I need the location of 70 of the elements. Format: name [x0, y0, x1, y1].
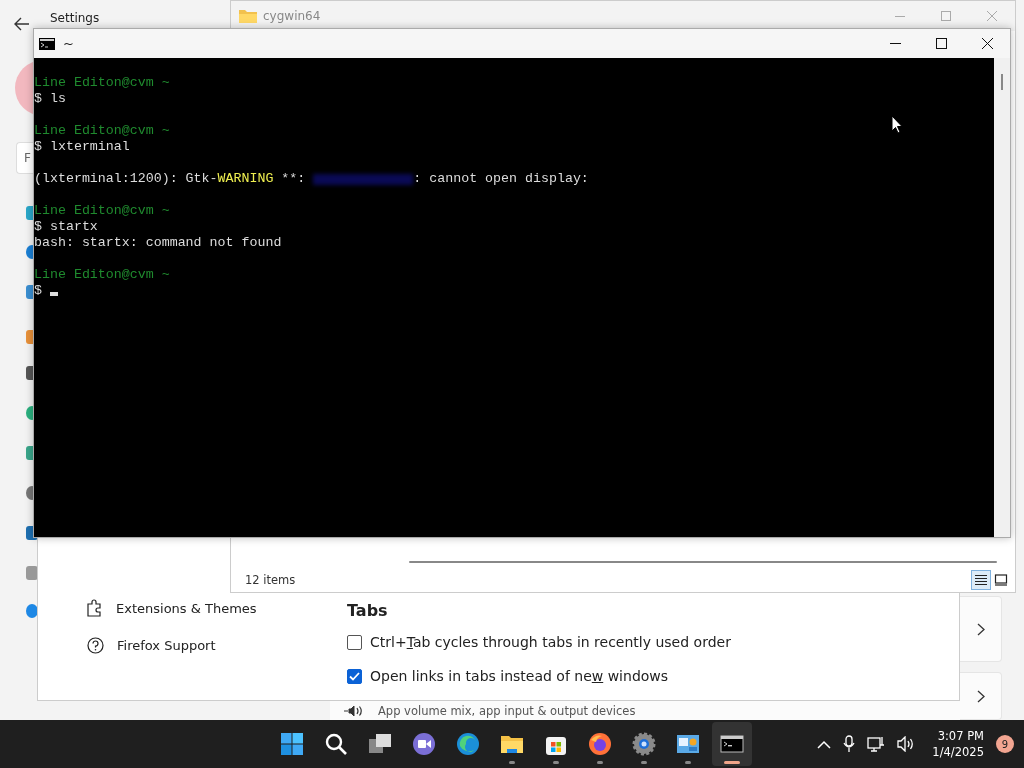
notification-badge[interactable]: 9 [996, 735, 1014, 753]
terminal-icon [720, 732, 744, 756]
control-panel-icon [676, 732, 700, 756]
card-description: App volume mix, app input & output devices [378, 703, 636, 718]
terminal-prompt: Line Editon@cvm ~ [34, 267, 170, 283]
search-field[interactable]: F [16, 142, 33, 174]
folder-icon [239, 9, 257, 23]
minimize-icon [889, 43, 901, 44]
checkbox[interactable] [347, 668, 362, 684]
browser-swirl-icon [456, 732, 480, 756]
scrollbar-thumb[interactable] [1001, 74, 1003, 90]
chevron-up-icon[interactable] [817, 739, 832, 749]
chevron-right-icon [976, 622, 985, 636]
maximize-icon [941, 11, 951, 21]
details-view-button[interactable] [971, 570, 991, 590]
terminal-prompt: Line Editon@cvm ~ [34, 75, 170, 91]
running-indicator [597, 761, 603, 764]
speaker-icon [344, 704, 364, 717]
help-icon [87, 637, 104, 654]
terminal-output: : cannot open display: [413, 171, 589, 187]
terminal-command: $ startx [34, 219, 98, 235]
menu-link[interactable]: Extensions & Themes [116, 600, 257, 616]
taskbar-button[interactable] [712, 722, 752, 766]
close-icon [987, 11, 997, 21]
checkbox[interactable] [347, 634, 362, 650]
clock-time[interactable]: 3:07 PM [937, 728, 984, 744]
running-indicator [553, 761, 559, 764]
terminal-prompt: Line Editon@cvm ~ [34, 203, 170, 219]
section-heading: Tabs [347, 601, 389, 620]
window-title: ~ [63, 36, 74, 51]
running-indicator [641, 761, 647, 764]
terminal-output: bash: startx: command not found [34, 235, 282, 251]
chevron-right-icon [976, 689, 985, 703]
close-icon [981, 38, 993, 49]
network-icon[interactable] [867, 735, 886, 753]
warning-label: WARNING [217, 171, 274, 187]
windows-logo-icon [280, 732, 304, 756]
fox-globe-icon [588, 732, 612, 756]
terminal-command: $ lxterminal [34, 139, 130, 155]
clock-date[interactable]: 1/4/2025 [932, 744, 984, 760]
minimize-icon [895, 15, 905, 17]
list-view-icon [974, 574, 988, 586]
nav-icon [26, 604, 38, 618]
terminal-output: (lxterminal:1200): Gtk- [34, 171, 218, 187]
preview-pane-icon [994, 574, 1008, 586]
nav-icon [26, 566, 38, 580]
task-view-icon [368, 732, 392, 756]
item-count: 12 items [245, 573, 297, 587]
window-title: Settings [50, 11, 100, 25]
terminal-command: $ ls [34, 91, 66, 107]
maximize-icon [935, 38, 947, 49]
window-title: cygwin64 [263, 9, 321, 23]
gear-icon [632, 732, 656, 756]
puzzle-icon [87, 599, 103, 617]
menu-link[interactable]: Firefox Support [117, 638, 216, 653]
terminal-output: **: [280, 171, 307, 187]
terminal-prompt: Line Editon@cvm ~ [34, 123, 170, 139]
running-indicator [685, 761, 691, 764]
search-icon [324, 732, 348, 756]
checkbox-label[interactable]: Open links in tabs instead of new windows [370, 668, 669, 684]
mouse-pointer-icon [891, 115, 903, 134]
video-chat-icon [412, 732, 436, 756]
terminal-command: $ [34, 283, 42, 299]
terminal-icon [39, 37, 55, 50]
checkbox-label[interactable]: Ctrl+Tab cycles through tabs in recently used order [370, 634, 731, 650]
microphone-icon[interactable] [843, 735, 856, 753]
running-indicator [509, 761, 515, 764]
scrollbar[interactable] [409, 561, 997, 563]
back-arrow-icon[interactable] [14, 17, 30, 31]
running-indicator [724, 761, 740, 764]
